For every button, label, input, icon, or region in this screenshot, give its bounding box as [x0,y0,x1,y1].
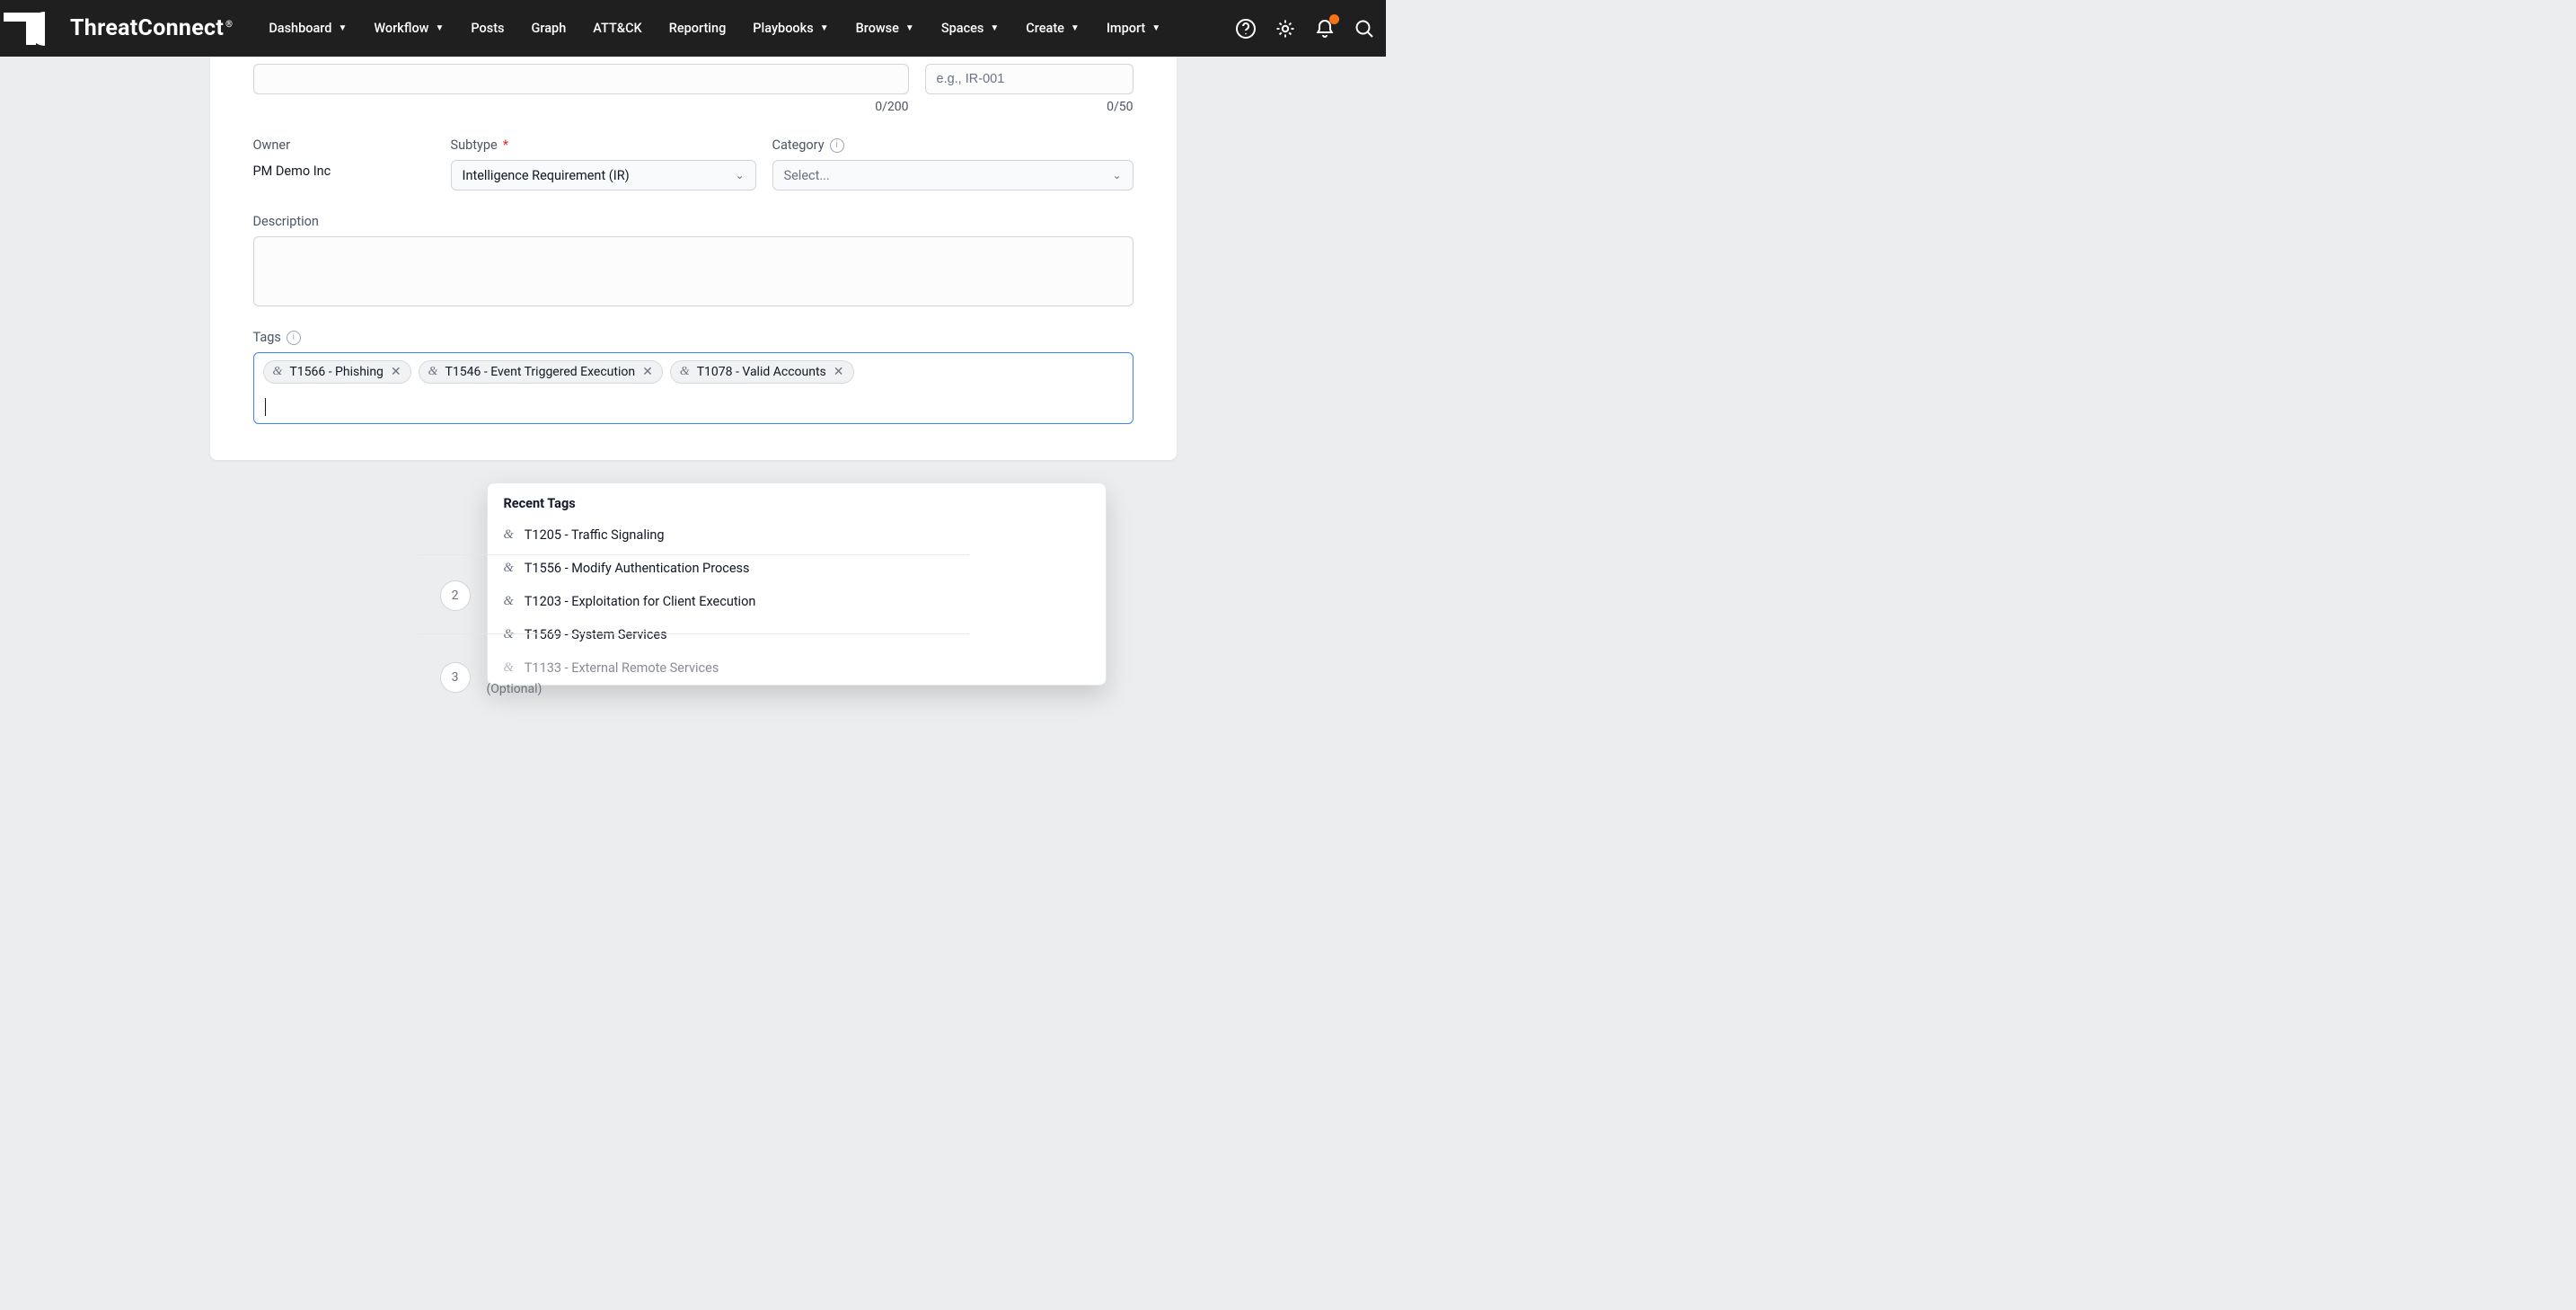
nav-posts[interactable]: Posts [471,21,504,36]
tag-suggestion-item[interactable]: &T1569 - System Services [488,618,1106,651]
tag-suggestion-item[interactable]: &T1205 - Traffic Signaling [488,518,1106,552]
registered-mark: ® [225,20,233,30]
wizard-step-3[interactable]: 3 [440,662,471,693]
tag-chip: & T1546 - Event Triggered Execution ✕ [419,360,663,384]
nav-import[interactable]: Import▼ [1107,21,1160,36]
chevron-down-icon: ▼ [820,24,829,33]
nav-browse[interactable]: Browse▼ [856,21,914,36]
remove-tag-icon[interactable]: ✕ [642,366,653,378]
step-number-badge: 2 [440,580,471,611]
chevron-down-icon: ▼ [435,24,444,33]
nav-graph[interactable]: Graph [532,21,567,36]
description-textarea[interactable] [253,236,1134,306]
tag-label: T1566 - Phishing [289,365,384,379]
tag-suggestion-item[interactable]: &T1133 - External Remote Services [488,651,1106,685]
brand-logo[interactable]: ThreatConnect® [4,11,233,47]
owner-value: PM Demo Inc [253,164,435,179]
bell-icon[interactable] [1312,16,1337,41]
form-card: 0/200 0/50 Owner PM Demo Inc Subtype * I… [210,57,1177,460]
search-icon[interactable] [1352,16,1377,41]
owner-label: Owner [253,137,435,153]
description-label: Description [253,214,1134,229]
text-cursor [265,398,266,416]
tags-label: Tags i [253,330,1134,345]
section-divider [418,633,969,634]
chevron-down-icon: ⌄ [735,169,744,181]
tag-suggestion-item[interactable]: &T1203 - Exploitation for Client Executi… [488,585,1106,618]
attack-icon: & [273,365,283,379]
tag-suggestion-item[interactable]: &T1556 - Modify Authentication Process [488,552,1106,585]
section-divider [418,554,969,555]
help-icon[interactable] [1233,16,1258,41]
nav-dashboard[interactable]: Dashboard▼ [269,21,347,36]
nav-reporting[interactable]: Reporting [669,21,727,36]
nav-create[interactable]: Create▼ [1026,21,1080,36]
category-label: Category i [772,137,1134,153]
tags-input[interactable]: & T1566 - Phishing ✕ & T1546 - Event Tri… [253,352,1134,424]
attack-icon: & [504,660,514,676]
dropdown-section-header: Recent Tags [488,496,1106,518]
subtype-value: Intelligence Requirement (IR) [463,168,630,183]
chevron-down-icon: ⌄ [1112,169,1121,181]
nav-playbooks[interactable]: Playbooks▼ [753,21,828,36]
attack-icon: & [504,594,514,609]
attack-icon: & [680,365,690,379]
nav-workflow[interactable]: Workflow▼ [374,21,444,36]
tags-suggestion-dropdown: Recent Tags &T1205 - Traffic Signaling &… [487,482,1107,686]
attack-icon: & [504,561,514,576]
tag-chip: & T1078 - Valid Accounts ✕ [670,360,854,384]
logo-mark-icon [4,11,63,47]
nav-spaces[interactable]: Spaces▼ [941,21,999,36]
info-icon[interactable]: i [287,331,301,345]
tag-label: T1546 - Event Triggered Execution [446,365,636,379]
subtype-label: Subtype * [451,137,756,153]
attack-icon: & [504,527,514,543]
step-number-badge: 3 [440,662,471,693]
chevron-down-icon: ▼ [1071,24,1080,33]
page-body: 0/200 0/50 Owner PM Demo Inc Subtype * I… [0,57,1386,460]
subtype-select[interactable]: Intelligence Requirement (IR) ⌄ [451,160,756,190]
tag-label: T1078 - Valid Accounts [697,365,826,379]
nav-attck[interactable]: ATT&CK [593,21,641,36]
info-icon[interactable]: i [830,138,844,153]
chevron-down-icon: ▼ [338,24,347,33]
chevron-down-icon: ▼ [905,24,914,33]
primary-nav: Dashboard▼ Workflow▼ Posts Graph ATT&CK … [269,21,1215,36]
name-input[interactable] [253,64,909,94]
attack-icon: & [504,627,514,642]
remove-tag-icon[interactable]: ✕ [391,366,401,378]
wizard-step-2[interactable]: 2 [440,580,471,611]
chevron-down-icon: ▼ [990,24,999,33]
remove-tag-icon[interactable]: ✕ [834,366,844,378]
tag-chip: & T1566 - Phishing ✕ [263,360,411,384]
id-counter: 0/50 [925,100,1134,114]
top-navbar: ThreatConnect® Dashboard▼ Workflow▼ Post… [0,0,1386,57]
id-input[interactable] [925,64,1134,94]
category-select[interactable]: Select... ⌄ [772,160,1134,190]
attack-icon: & [428,365,438,379]
category-placeholder: Select... [784,168,830,183]
header-utility-icons [1233,16,1377,41]
name-counter: 0/200 [253,100,909,114]
brand-name: ThreatConnect® [70,15,233,41]
chevron-down-icon: ▼ [1151,24,1160,33]
notification-badge [1329,14,1339,24]
optional-label: (Optional) [487,682,543,696]
gear-icon[interactable] [1273,16,1298,41]
